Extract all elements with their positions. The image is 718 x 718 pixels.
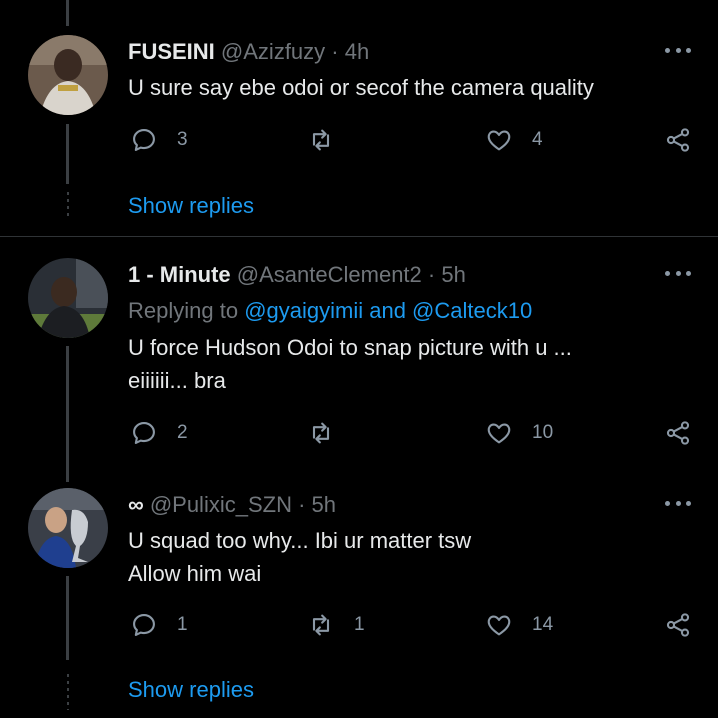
share-button[interactable]: [664, 126, 692, 154]
thread-line-top: [66, 0, 69, 26]
share-button[interactable]: [664, 419, 692, 447]
reply-count: 1: [177, 614, 188, 635]
tweet-text: U sure say ebe odoi or secof the camera …: [128, 75, 594, 100]
avatar[interactable]: [28, 488, 108, 568]
heart-icon: [487, 615, 511, 636]
thread-line-3: [66, 576, 69, 660]
timestamp[interactable]: · 4h: [331, 39, 369, 64]
heart-icon: [487, 130, 511, 151]
show-replies-link[interactable]: Show replies: [128, 193, 254, 219]
thread-dots-1: [67, 192, 69, 220]
reply-button[interactable]: 2: [130, 419, 188, 447]
like-count: 10: [532, 422, 554, 443]
like-button[interactable]: 14: [485, 611, 553, 639]
replying-prefix: Replying to: [128, 298, 239, 323]
reply-count: 3: [177, 129, 188, 150]
tweet-text-line: U force Hudson Odoi to snap picture with…: [128, 335, 572, 360]
display-name[interactable]: FUSEINI: [128, 39, 215, 64]
share-icon: [666, 421, 690, 445]
retweet-button[interactable]: 1: [307, 611, 365, 639]
handle[interactable]: @Azizfuzy: [221, 39, 325, 64]
display-name[interactable]: 1 - Minute: [128, 262, 231, 287]
more-icon[interactable]: [665, 497, 691, 509]
like-button[interactable]: 10: [485, 419, 553, 447]
like-count: 4: [532, 129, 543, 150]
divider: [0, 236, 718, 237]
share-icon: [666, 128, 690, 152]
tweet-header: FUSEINI @Azizfuzy · 4h: [128, 39, 369, 65]
share-icon: [666, 613, 690, 637]
reply-icon: [133, 422, 155, 444]
tweet-text-line: eiiiiii... bra: [128, 368, 226, 393]
replying-to: Replying to @gyaigyimii and @Calteck10: [128, 298, 532, 324]
retweet-count: 1: [354, 614, 365, 635]
tweet-header: ∞ @Pulixic_SZN · 5h: [128, 492, 336, 518]
like-button[interactable]: 4: [485, 126, 543, 154]
avatar-image: [28, 258, 108, 338]
reply-mentions[interactable]: @gyaigyimii and @Calteck10: [244, 298, 532, 323]
handle[interactable]: @Pulixic_SZN: [150, 492, 292, 517]
timestamp[interactable]: · 5h: [428, 262, 466, 287]
reply-count: 2: [177, 422, 188, 443]
tweet-text-line: U squad too why... Ibi ur matter tsw: [128, 528, 472, 553]
reply-icon: [133, 129, 155, 151]
timestamp[interactable]: · 5h: [298, 492, 336, 517]
reply-button[interactable]: 3: [130, 126, 188, 154]
thread-line-1: [66, 124, 69, 184]
more-icon[interactable]: [665, 267, 691, 279]
retweet-button[interactable]: [307, 419, 354, 447]
thread-dots-3: [67, 674, 69, 710]
like-count: 14: [532, 614, 554, 635]
handle[interactable]: @AsanteClement2: [237, 262, 422, 287]
reply-button[interactable]: 1: [130, 611, 188, 639]
avatar[interactable]: [28, 258, 108, 338]
more-icon[interactable]: [665, 44, 691, 56]
avatar[interactable]: [28, 35, 108, 115]
tweet-header: 1 - Minute @AsanteClement2 · 5h: [128, 262, 466, 288]
tweet-text: U squad too why... Ibi ur matter tsw All…: [128, 524, 471, 590]
retweet-icon: [312, 614, 330, 636]
retweet-icon: [312, 422, 330, 444]
reply-icon: [133, 614, 155, 636]
display-name[interactable]: ∞: [128, 492, 144, 517]
tweet-text: U force Hudson Odoi to snap picture with…: [128, 331, 572, 397]
avatar-image: [28, 488, 108, 568]
show-replies-link[interactable]: Show replies: [128, 677, 254, 703]
share-button[interactable]: [664, 611, 692, 639]
thread-line-2: [66, 346, 69, 482]
avatar-image: [28, 35, 108, 115]
tweet-text-line: Allow him wai: [128, 561, 262, 586]
heart-icon: [487, 423, 511, 444]
retweet-button[interactable]: [307, 126, 354, 154]
retweet-icon: [312, 129, 330, 151]
